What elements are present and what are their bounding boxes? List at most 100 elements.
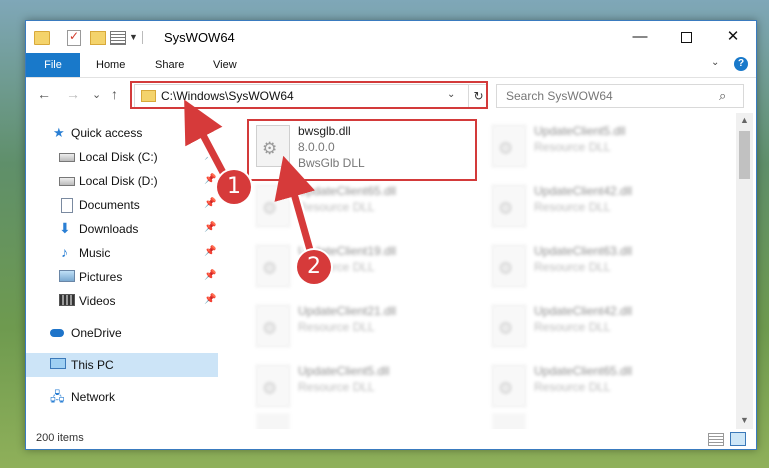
drive-icon bbox=[59, 177, 75, 186]
quick-access-dropdown-icon[interactable]: ▼ bbox=[129, 32, 138, 48]
network-icon: 🖧 bbox=[50, 389, 65, 404]
navigation-bar: ← → ⌄ ↑ C:\Windows\SysWOW64 ⌄ ↻ Search S… bbox=[26, 78, 756, 112]
file-item[interactable]: UpdateClient42.dll Resource DLL bbox=[482, 179, 712, 233]
close-button[interactable]: ✕ bbox=[710, 21, 756, 53]
step-2-badge: 2 bbox=[297, 250, 331, 284]
sidebar-item-label: Music bbox=[79, 246, 111, 260]
sidebar-item-this-pc[interactable]: This PC bbox=[26, 353, 218, 377]
file-item[interactable]: UpdateClient42.dll Resource DLL bbox=[482, 299, 712, 353]
file-item-partial bbox=[256, 413, 290, 429]
pin-icon[interactable]: 📌 bbox=[204, 198, 216, 209]
properties-check-icon[interactable] bbox=[67, 29, 81, 46]
file-item[interactable]: UpdateClient65.dll Resource DLL bbox=[482, 359, 712, 413]
tab-share[interactable]: Share bbox=[155, 53, 184, 77]
pin-icon[interactable]: 📌 bbox=[204, 174, 216, 185]
sidebar-item-label: Local Disk (C:) bbox=[79, 150, 158, 164]
forward-arrow-icon[interactable]: → bbox=[66, 86, 80, 102]
status-bar: 200 items bbox=[26, 429, 756, 449]
scroll-down-icon[interactable]: ▼ bbox=[740, 415, 749, 425]
maximize-icon bbox=[680, 31, 692, 43]
file-description: Resource DLL bbox=[534, 320, 611, 334]
vertical-scrollbar[interactable]: ▲ ▼ bbox=[736, 113, 753, 429]
sidebar-item-music[interactable]: ♪ Music 📌 bbox=[26, 241, 218, 265]
file-item[interactable]: UpdateClient19.dll Resource DLL bbox=[246, 239, 476, 293]
tab-file[interactable]: File bbox=[26, 53, 80, 77]
search-box[interactable]: Search SysWOW64 ⌕ bbox=[496, 84, 744, 108]
this-pc-icon bbox=[50, 358, 66, 369]
navigation-pane: ★ Quick access Local Disk (C:) 📌 Local D… bbox=[26, 113, 218, 429]
file-explorer-window: ▼ SysWOW64 — ✕ File Home Share View ⌄ ? … bbox=[25, 20, 757, 450]
onedrive-icon bbox=[50, 329, 64, 337]
sidebar-item-label: OneDrive bbox=[71, 326, 122, 340]
pictures-icon bbox=[59, 270, 75, 282]
file-description: Resource DLL bbox=[534, 200, 611, 214]
sidebar-item-local-disk-c[interactable]: Local Disk (C:) 📌 bbox=[26, 145, 218, 169]
sidebar-item-label: Network bbox=[71, 390, 116, 404]
sidebar-item-downloads[interactable]: ⬇ Downloads 📌 bbox=[26, 217, 218, 241]
expand-ribbon-icon[interactable]: ⌄ bbox=[711, 57, 719, 68]
file-highlight-box bbox=[247, 119, 477, 181]
sidebar-item-label: Quick access bbox=[71, 126, 143, 140]
pin-icon[interactable]: 📌 bbox=[204, 270, 216, 281]
sidebar-item-local-disk-d[interactable]: Local Disk (D:) 📌 bbox=[26, 169, 218, 193]
file-item[interactable]: UpdateClient21.dll Resource DLL bbox=[246, 299, 476, 353]
file-name: UpdateClient65.dll bbox=[534, 364, 633, 378]
dll-file-icon bbox=[492, 365, 526, 407]
title-separator bbox=[142, 31, 143, 44]
dll-file-icon bbox=[256, 245, 290, 287]
sidebar-item-onedrive[interactable]: OneDrive bbox=[26, 321, 218, 345]
file-name: UpdateClient21.dll bbox=[298, 304, 397, 318]
music-icon: ♪ bbox=[61, 244, 68, 260]
back-arrow-icon[interactable]: ← bbox=[37, 86, 51, 102]
dll-file-icon bbox=[492, 185, 526, 227]
documents-icon bbox=[61, 198, 73, 213]
help-icon[interactable]: ? bbox=[734, 57, 748, 71]
file-name: UpdateClient42.dll bbox=[534, 184, 633, 198]
file-description: Resource DLL bbox=[534, 140, 611, 154]
pin-icon[interactable]: 📌 bbox=[204, 246, 216, 257]
videos-icon bbox=[59, 294, 75, 306]
sidebar-item-label: This PC bbox=[71, 358, 114, 372]
tab-home[interactable]: Home bbox=[96, 53, 125, 77]
dll-file-icon bbox=[492, 245, 526, 287]
dll-file-icon bbox=[492, 125, 526, 167]
file-name: UpdateClient5.dll bbox=[534, 124, 626, 138]
minimize-button[interactable]: — bbox=[617, 21, 663, 53]
file-item[interactable]: UpdateClient5.dll Resource DLL bbox=[246, 359, 476, 413]
maximize-button[interactable] bbox=[663, 21, 709, 53]
downloads-icon: ⬇ bbox=[59, 220, 71, 236]
sidebar-item-pictures[interactable]: Pictures 📌 bbox=[26, 265, 218, 289]
tab-view[interactable]: View bbox=[213, 53, 237, 77]
folder-icon bbox=[34, 31, 50, 45]
ribbon: File Home Share View ⌄ ? bbox=[26, 53, 756, 78]
up-arrow-icon[interactable]: ↑ bbox=[111, 86, 118, 102]
recent-locations-icon[interactable]: ⌄ bbox=[92, 88, 101, 101]
pin-icon[interactable]: 📌 bbox=[204, 294, 216, 305]
sidebar-item-documents[interactable]: Documents 📌 bbox=[26, 193, 218, 217]
scroll-up-icon[interactable]: ▲ bbox=[740, 115, 749, 125]
search-icon[interactable]: ⌕ bbox=[719, 88, 726, 104]
file-item[interactable]: UpdateClient63.dll Resource DLL bbox=[482, 239, 712, 293]
sidebar-item-label: Local Disk (D:) bbox=[79, 174, 158, 188]
sidebar-item-quick-access[interactable]: ★ Quick access bbox=[26, 121, 218, 145]
file-item-partial bbox=[492, 413, 526, 429]
customize-icon[interactable] bbox=[110, 31, 126, 45]
sidebar-item-videos[interactable]: Videos 📌 bbox=[26, 289, 218, 313]
pin-icon[interactable]: 📌 bbox=[204, 150, 216, 161]
file-description: Resource DLL bbox=[534, 260, 611, 274]
new-folder-icon[interactable] bbox=[90, 31, 106, 45]
scrollbar-thumb[interactable] bbox=[739, 131, 750, 179]
file-description: Resource DLL bbox=[298, 200, 375, 214]
details-view-icon[interactable] bbox=[708, 433, 724, 446]
file-item[interactable]: UpdateClient5.dll Resource DLL bbox=[482, 119, 712, 173]
file-name: UpdateClient42.dll bbox=[534, 304, 633, 318]
file-item[interactable]: UpdateClient65.dll Resource DLL bbox=[246, 179, 476, 233]
sidebar-item-label: Pictures bbox=[79, 270, 123, 284]
dll-file-icon bbox=[256, 305, 290, 347]
pin-icon[interactable]: 📌 bbox=[204, 222, 216, 233]
large-icons-view-icon[interactable] bbox=[730, 432, 746, 446]
sidebar-item-network[interactable]: 🖧 Network bbox=[26, 385, 218, 409]
dll-file-icon bbox=[256, 185, 290, 227]
file-description: Resource DLL bbox=[534, 380, 611, 394]
file-name: UpdateClient5.dll bbox=[298, 364, 390, 378]
